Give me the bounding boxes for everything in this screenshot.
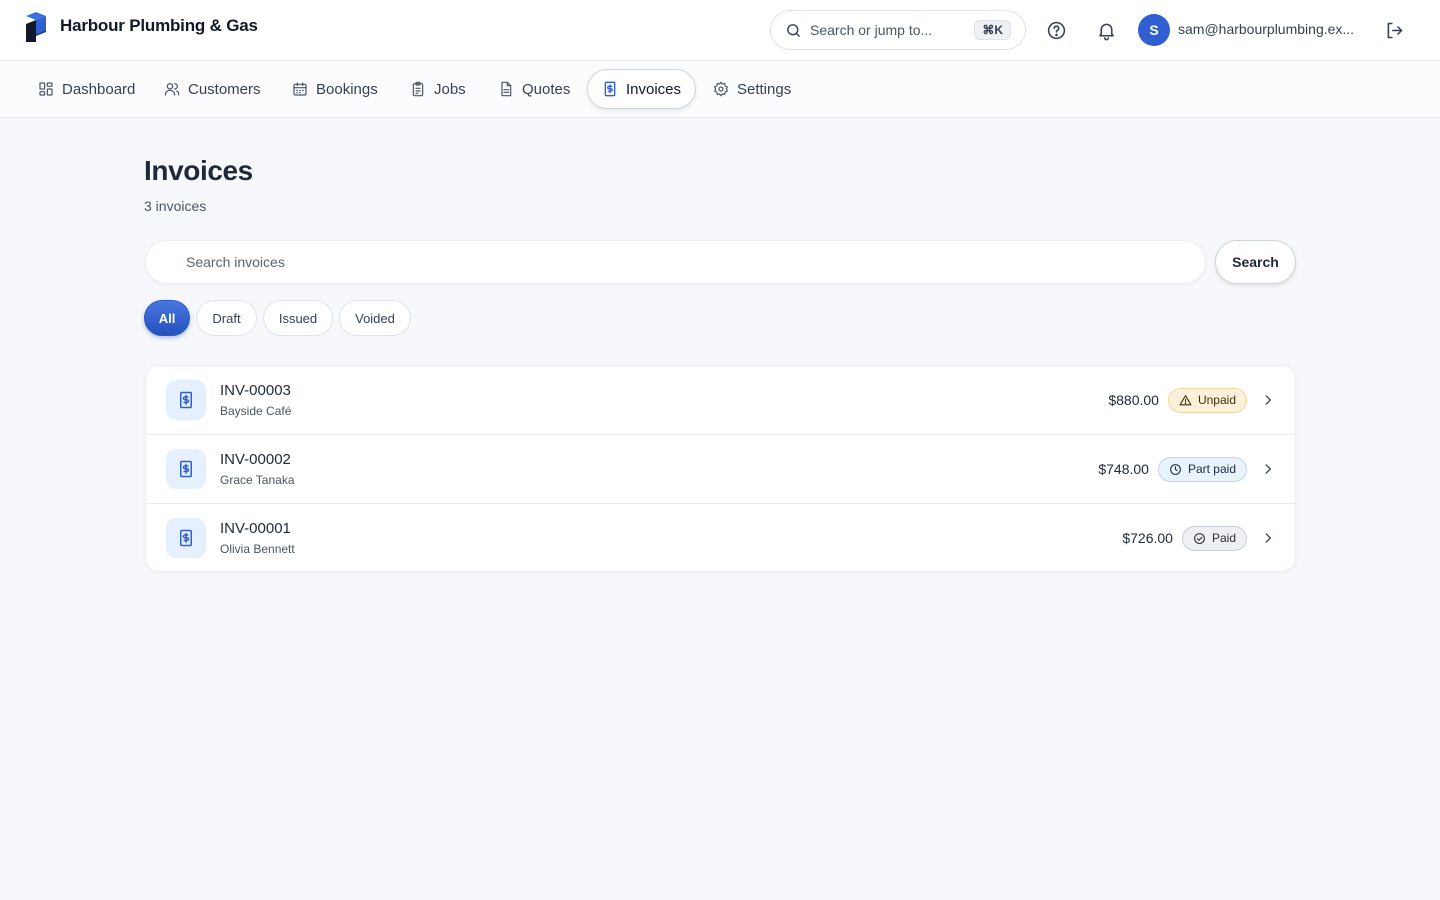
invoice-number: INV-00003 [220,382,291,399]
invoice-customer: Olivia Bennett [220,542,295,556]
invoice-customer: Grace Tanaka [220,473,295,487]
warning-icon [1179,394,1192,405]
logout-button[interactable] [1382,18,1406,42]
page-title: Invoices [144,155,253,186]
gear-icon [713,81,729,97]
status-badge: Paid [1181,525,1247,551]
nav-item-label: Customers [188,80,261,98]
filter-all[interactable]: All [144,300,190,336]
global-search[interactable]: Search or jump to... ⌘K [770,10,1026,50]
invoice-amount: $726.00 [1122,530,1173,546]
invoice-row-icon [166,518,206,558]
nav-item-invoices[interactable]: Invoices [587,69,697,109]
search-icon [787,23,800,37]
top-bar: Harbour Plumbing & Gas Search or jump to… [0,0,1440,61]
nav-item-label: Invoices [626,80,682,98]
nav-item-settings[interactable]: Settings [713,69,805,109]
avatar[interactable]: S [1138,14,1170,46]
chevron-right-icon [1265,395,1271,405]
invoice-number: INV-00001 [220,520,291,537]
invoice-row[interactable]: INV-00003 Bayside Café $880.00 Unpaid [146,366,1295,435]
logout-icon [1387,22,1402,38]
status-label: Paid [1211,531,1236,545]
notifications-button[interactable] [1094,18,1118,42]
invoice-icon [180,391,192,409]
nav-item-dashboard[interactable]: Dashboard [38,69,149,109]
nav-item-jobs[interactable]: Jobs [410,69,480,109]
status-label: Unpaid [1197,393,1236,407]
invoice-icon [604,81,616,97]
invoice-row-icon [166,449,206,489]
invoice-count: 3 invoices [144,198,207,214]
invoice-row[interactable]: INV-00002 Grace Tanaka $748.00 Part paid [146,435,1295,504]
invoice-amount: $880.00 [1108,392,1159,408]
filter-issued[interactable]: Issued [263,300,333,336]
status-badge: Unpaid [1167,387,1247,413]
invoice-row-icon [166,380,206,420]
nav-item-label: Jobs [434,80,466,98]
nav-item-label: Quotes [522,80,571,98]
invoice-amount: $748.00 [1098,461,1149,477]
users-icon [164,83,180,96]
status-badge: Part paid [1157,456,1247,482]
user-email[interactable]: sam@harbourplumbing.ex... [1178,21,1358,37]
grid-icon [39,82,53,96]
invoice-list: INV-00003 Bayside Café $880.00 Unpaid IN… [145,365,1296,572]
clipboard-icon [412,81,424,97]
document-icon [501,81,512,97]
brand[interactable]: Harbour Plumbing & Gas [24,12,258,44]
chevron-right-icon [1265,464,1271,474]
chevron-right-icon [1265,533,1271,543]
nav-item-bookings[interactable]: Bookings [292,69,392,109]
filter-voided[interactable]: Voided [339,300,411,336]
global-search-placeholder: Search or jump to... [810,22,933,38]
invoice-customer: Bayside Café [220,404,292,418]
status-label: Part paid [1187,462,1236,476]
clock-icon [1170,463,1181,475]
brand-name: Harbour Plumbing & Gas [60,16,258,35]
invoice-number: INV-00002 [220,451,291,468]
nav-item-label: Dashboard [62,80,136,98]
invoice-icon [180,529,192,547]
help-button[interactable] [1044,18,1068,42]
search-button[interactable]: Search [1215,240,1296,284]
brand-logo-icon [26,12,46,42]
nav-item-label: Bookings [316,80,378,98]
shortcut-hint: ⌘K [974,20,1011,40]
nav-item-label: Settings [737,80,792,98]
calendar-icon [293,82,307,96]
invoice-row[interactable]: INV-00001 Olivia Bennett $726.00 Paid [146,504,1295,571]
check-circle-icon [1194,532,1205,544]
invoice-search-input[interactable] [145,240,1206,284]
nav-item-quotes[interactable]: Quotes [498,69,584,109]
filter-draft[interactable]: Draft [196,300,257,336]
help-icon [1047,21,1065,39]
invoice-icon [180,460,192,478]
main-nav: Dashboard Customers Bookings Jobs Quotes… [0,61,1440,118]
bell-icon [1098,23,1114,40]
nav-item-customers[interactable]: Customers [164,69,275,109]
